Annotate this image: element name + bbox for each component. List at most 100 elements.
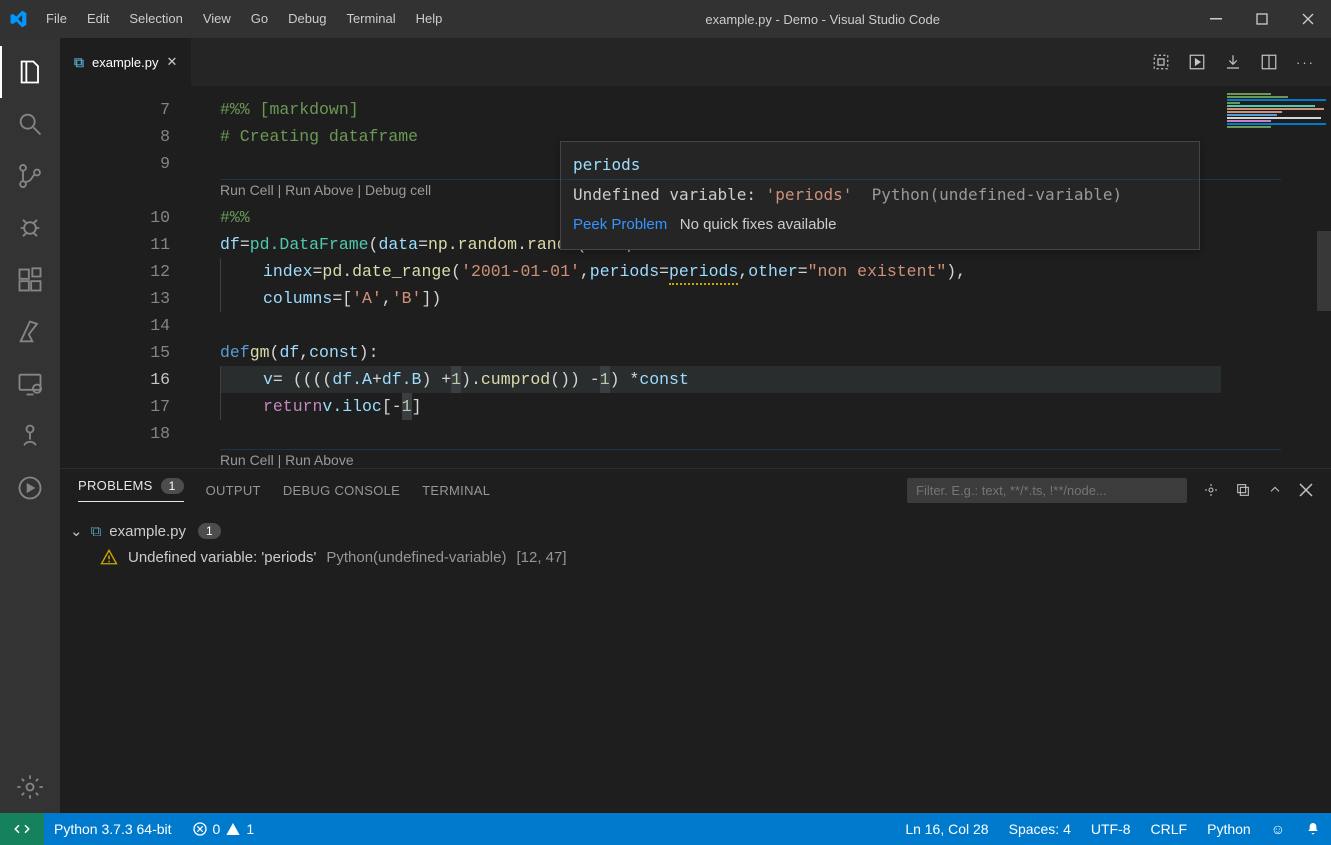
- show-variables-icon[interactable]: [1152, 53, 1170, 71]
- line-number: 10: [60, 204, 200, 231]
- line-number: 14: [60, 312, 200, 339]
- peek-problem-link[interactable]: Peek Problem: [573, 216, 667, 233]
- panel-tab-terminal[interactable]: TERMINAL: [422, 483, 490, 498]
- panel-tab-output[interactable]: OUTPUT: [206, 483, 261, 498]
- scrollbar-thumb[interactable]: [1317, 231, 1331, 311]
- menu-bar: File Edit Selection View Go Debug Termin…: [36, 0, 452, 38]
- explorer-icon[interactable]: [0, 46, 60, 98]
- warning-icon: [100, 548, 118, 566]
- menu-terminal[interactable]: Terminal: [336, 0, 405, 38]
- status-language[interactable]: Python: [1197, 821, 1261, 837]
- status-eol[interactable]: CRLF: [1141, 821, 1198, 837]
- maximize-button[interactable]: [1239, 0, 1285, 38]
- code-line[interactable]: columns=['A', 'B']): [220, 285, 441, 312]
- split-editor-icon[interactable]: [1260, 53, 1278, 71]
- feedback-smiley-icon[interactable]: ☺: [1261, 821, 1295, 837]
- minimap[interactable]: [1221, 86, 1331, 468]
- menu-edit[interactable]: Edit: [77, 0, 119, 38]
- close-button[interactable]: [1285, 0, 1331, 38]
- menu-debug[interactable]: Debug: [278, 0, 336, 38]
- azure-icon[interactable]: [0, 306, 60, 358]
- window-title: example.py - Demo - Visual Studio Code: [452, 12, 1193, 27]
- debug-icon[interactable]: [0, 202, 60, 254]
- notifications-bell-icon[interactable]: [1295, 821, 1331, 837]
- line-number: 7: [60, 96, 200, 123]
- menu-help[interactable]: Help: [406, 0, 453, 38]
- source-control-icon[interactable]: [0, 150, 60, 202]
- tab-label: example.py: [92, 55, 158, 70]
- status-python-env[interactable]: Python 3.7.3 64-bit: [44, 821, 182, 837]
- editor-tab-bar: ⧉ example.py ✕ ···: [60, 38, 1331, 86]
- gitlens-icon[interactable]: [0, 410, 60, 462]
- code-line[interactable]: #%% [markdown]: [220, 96, 359, 123]
- window-controls: [1193, 0, 1331, 38]
- hover-message: Undefined variable: 'periods': [573, 185, 852, 204]
- status-encoding[interactable]: UTF-8: [1081, 821, 1141, 837]
- status-indent[interactable]: Spaces: 4: [999, 821, 1081, 837]
- title-bar: File Edit Selection View Go Debug Termin…: [0, 0, 1331, 38]
- panel-tab-debug-console[interactable]: DEBUG CONSOLE: [283, 483, 400, 498]
- python-file-icon: ⧉: [91, 523, 102, 540]
- line-number: 13: [60, 285, 200, 312]
- problems-file-badge: 1: [198, 523, 221, 539]
- code-editor[interactable]: 78910111213141516171819 #%% [markdown]# …: [60, 86, 1331, 468]
- line-number: 17: [60, 393, 200, 420]
- hover-title: periods: [573, 155, 640, 174]
- run-all-cells-icon[interactable]: [1188, 53, 1206, 71]
- menu-selection[interactable]: Selection: [119, 0, 192, 38]
- line-number: 8: [60, 123, 200, 150]
- activity-bar: [0, 38, 60, 813]
- tab-example-py[interactable]: ⧉ example.py ✕: [60, 38, 192, 86]
- live-share-icon[interactable]: [0, 462, 60, 514]
- panel-tab-bar: PROBLEMS 1 OUTPUT DEBUG CONSOLE TERMINAL: [60, 469, 1331, 511]
- problems-body: ⌄ ⧉ example.py 1 Undefined variable: 'pe…: [60, 511, 1331, 579]
- code-lens[interactable]: Run Cell | Run Above: [220, 447, 354, 468]
- tab-close-icon[interactable]: ✕: [166, 54, 177, 70]
- code-line[interactable]: return v.iloc[-1]: [220, 393, 421, 420]
- panel-tab-problems[interactable]: PROBLEMS 1: [78, 478, 184, 502]
- code-line[interactable]: def gm(df, const):: [220, 339, 378, 366]
- line-number: 15: [60, 339, 200, 366]
- problems-file-row[interactable]: ⌄ ⧉ example.py 1: [66, 519, 1325, 543]
- problems-filter-input[interactable]: [907, 478, 1187, 503]
- extensions-icon[interactable]: [0, 254, 60, 306]
- code-lens[interactable]: Run Cell | Run Above | Debug cell: [220, 177, 431, 204]
- hover-tooltip: periods Undefined variable: 'periods' Py…: [560, 141, 1200, 250]
- code-line[interactable]: index=pd.date_range('2001-01-01', period…: [220, 258, 966, 285]
- problem-item[interactable]: Undefined variable: 'periods' Python(und…: [66, 543, 1325, 571]
- line-number: 9: [60, 150, 200, 177]
- bottom-panel: PROBLEMS 1 OUTPUT DEBUG CONSOLE TERMINAL…: [60, 468, 1331, 813]
- editor-actions: ···: [1152, 38, 1331, 86]
- status-bar: Python 3.7.3 64-bit 0 1 Ln 16, Col 28 Sp…: [0, 813, 1331, 845]
- panel-close-icon[interactable]: [1299, 483, 1313, 497]
- menu-view[interactable]: View: [193, 0, 241, 38]
- problems-count-badge: 1: [161, 478, 184, 494]
- line-number: 16: [60, 366, 200, 393]
- settings-gear-icon[interactable]: [0, 761, 60, 813]
- more-actions-icon[interactable]: ···: [1296, 55, 1315, 70]
- filter-settings-icon[interactable]: [1203, 482, 1219, 498]
- status-line-col[interactable]: Ln 16, Col 28: [895, 821, 998, 837]
- problem-location: [12, 47]: [516, 549, 566, 566]
- panel-maximize-icon[interactable]: [1267, 482, 1283, 498]
- remote-explorer-icon[interactable]: [0, 358, 60, 410]
- problem-message: Undefined variable: 'periods': [128, 549, 316, 566]
- collapse-all-icon[interactable]: [1235, 482, 1251, 498]
- search-icon[interactable]: [0, 98, 60, 150]
- code-line[interactable]: v = ((((df.A + df.B) + 1).cumprod()) - 1…: [220, 366, 1281, 393]
- problem-source: Python(undefined-variable): [326, 549, 506, 566]
- no-quick-fixes-label: No quick fixes available: [680, 216, 837, 233]
- code-line[interactable]: #%%: [220, 204, 250, 231]
- problems-file-name: example.py: [109, 523, 186, 540]
- hover-source: Python(undefined-variable): [862, 185, 1122, 204]
- status-errors-warnings[interactable]: 0 1: [182, 821, 265, 837]
- remote-indicator[interactable]: [0, 813, 44, 845]
- menu-go[interactable]: Go: [241, 0, 278, 38]
- menu-file[interactable]: File: [36, 0, 77, 38]
- python-file-icon: ⧉: [74, 54, 84, 71]
- editor-wrap: 78910111213141516171819 #%% [markdown]# …: [60, 86, 1331, 468]
- minimize-button[interactable]: [1193, 0, 1239, 38]
- code-line[interactable]: # Creating dataframe: [220, 123, 418, 150]
- line-number: 12: [60, 258, 200, 285]
- import-notebook-icon[interactable]: [1224, 53, 1242, 71]
